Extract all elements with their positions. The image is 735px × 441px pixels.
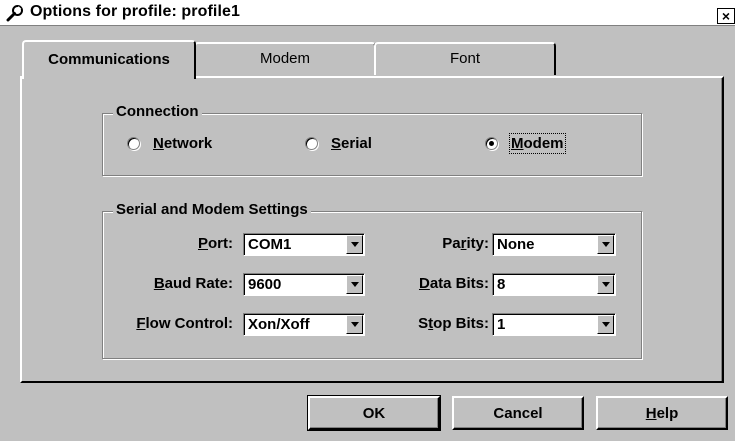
serial-settings-group: Serial and Modem Settings Port: COM1 Bau… xyxy=(102,201,642,359)
chevron-down-icon xyxy=(350,282,359,287)
port-label: Port: xyxy=(197,235,233,252)
stop-bits-label: Stop Bits: xyxy=(418,315,489,332)
baud-rate-select[interactable]: 9600 xyxy=(243,273,365,296)
parity-select[interactable]: None xyxy=(492,233,616,256)
connection-group: Connection Network Serial Modem xyxy=(102,103,642,176)
chevron-down-icon xyxy=(601,322,610,327)
chevron-down-icon xyxy=(350,322,359,327)
radio-modem-circle[interactable] xyxy=(485,137,498,150)
flow-control-value: Xon/Xoff xyxy=(248,316,310,333)
ok-button[interactable]: OK xyxy=(307,395,441,431)
panel-shadow xyxy=(721,78,722,381)
flow-control-label: Flow Control: xyxy=(136,315,233,332)
baud-rate-value: 9600 xyxy=(248,276,282,293)
radio-modem-label: Modem xyxy=(509,133,566,154)
tab-modem-label: Modem xyxy=(259,50,311,67)
stop-bits-dropdown-button[interactable] xyxy=(597,315,614,334)
port-dropdown-button[interactable] xyxy=(346,235,363,254)
connection-group-label: Connection xyxy=(113,103,202,120)
stop-bits-select[interactable]: 1 xyxy=(492,313,616,336)
chevron-down-icon xyxy=(350,242,359,247)
data-bits-label: Data Bits: xyxy=(418,275,489,292)
tab-panel-communications: Connection Network Serial Modem Serial a… xyxy=(20,76,724,383)
tab-font[interactable]: Font xyxy=(374,42,556,75)
data-bits-value: 8 xyxy=(497,276,506,293)
radio-serial-circle[interactable] xyxy=(305,137,318,150)
close-icon: × xyxy=(721,8,731,24)
flow-control-dropdown-button[interactable] xyxy=(346,315,363,334)
wrench-icon xyxy=(6,4,24,22)
cancel-button-label: Cancel xyxy=(493,404,543,422)
tab-communications[interactable]: Communications xyxy=(22,40,196,79)
parity-label: Parity: xyxy=(442,235,489,252)
title-bar: Options for profile: profile1 × xyxy=(0,0,735,26)
port-value: COM1 xyxy=(248,236,292,253)
parity-value: None xyxy=(497,236,535,253)
cancel-button[interactable]: Cancel xyxy=(452,396,584,430)
radio-network-label: Network xyxy=(153,135,213,152)
ok-button-label: OK xyxy=(362,404,386,422)
radio-network-circle[interactable] xyxy=(127,137,140,150)
chevron-down-icon xyxy=(601,242,610,247)
radio-selected-dot xyxy=(489,141,494,146)
window-title: Options for profile: profile1 xyxy=(30,3,241,20)
close-button[interactable]: × xyxy=(717,8,735,24)
data-bits-dropdown-button[interactable] xyxy=(597,275,614,294)
radio-serial-label: Serial xyxy=(331,135,372,152)
parity-dropdown-button[interactable] xyxy=(597,235,614,254)
tab-font-label: Font xyxy=(449,50,480,67)
tab-modem[interactable]: Modem xyxy=(194,42,376,75)
flow-control-select[interactable]: Xon/Xoff xyxy=(243,313,365,336)
baud-rate-dropdown-button[interactable] xyxy=(346,275,363,294)
help-button-label: Help xyxy=(645,404,679,422)
serial-settings-group-label: Serial and Modem Settings xyxy=(113,201,311,218)
port-select[interactable]: COM1 xyxy=(243,233,365,256)
baud-rate-label: Baud Rate: xyxy=(153,275,233,292)
chevron-down-icon xyxy=(601,282,610,287)
stop-bits-value: 1 xyxy=(497,316,506,333)
radio-serial[interactable]: Serial xyxy=(305,135,372,152)
help-button[interactable]: Help xyxy=(596,396,728,430)
radio-network[interactable]: Network xyxy=(127,135,212,152)
data-bits-select[interactable]: 8 xyxy=(492,273,616,296)
radio-modem[interactable]: Modem xyxy=(485,133,566,154)
tab-communications-label: Communications xyxy=(48,51,170,68)
